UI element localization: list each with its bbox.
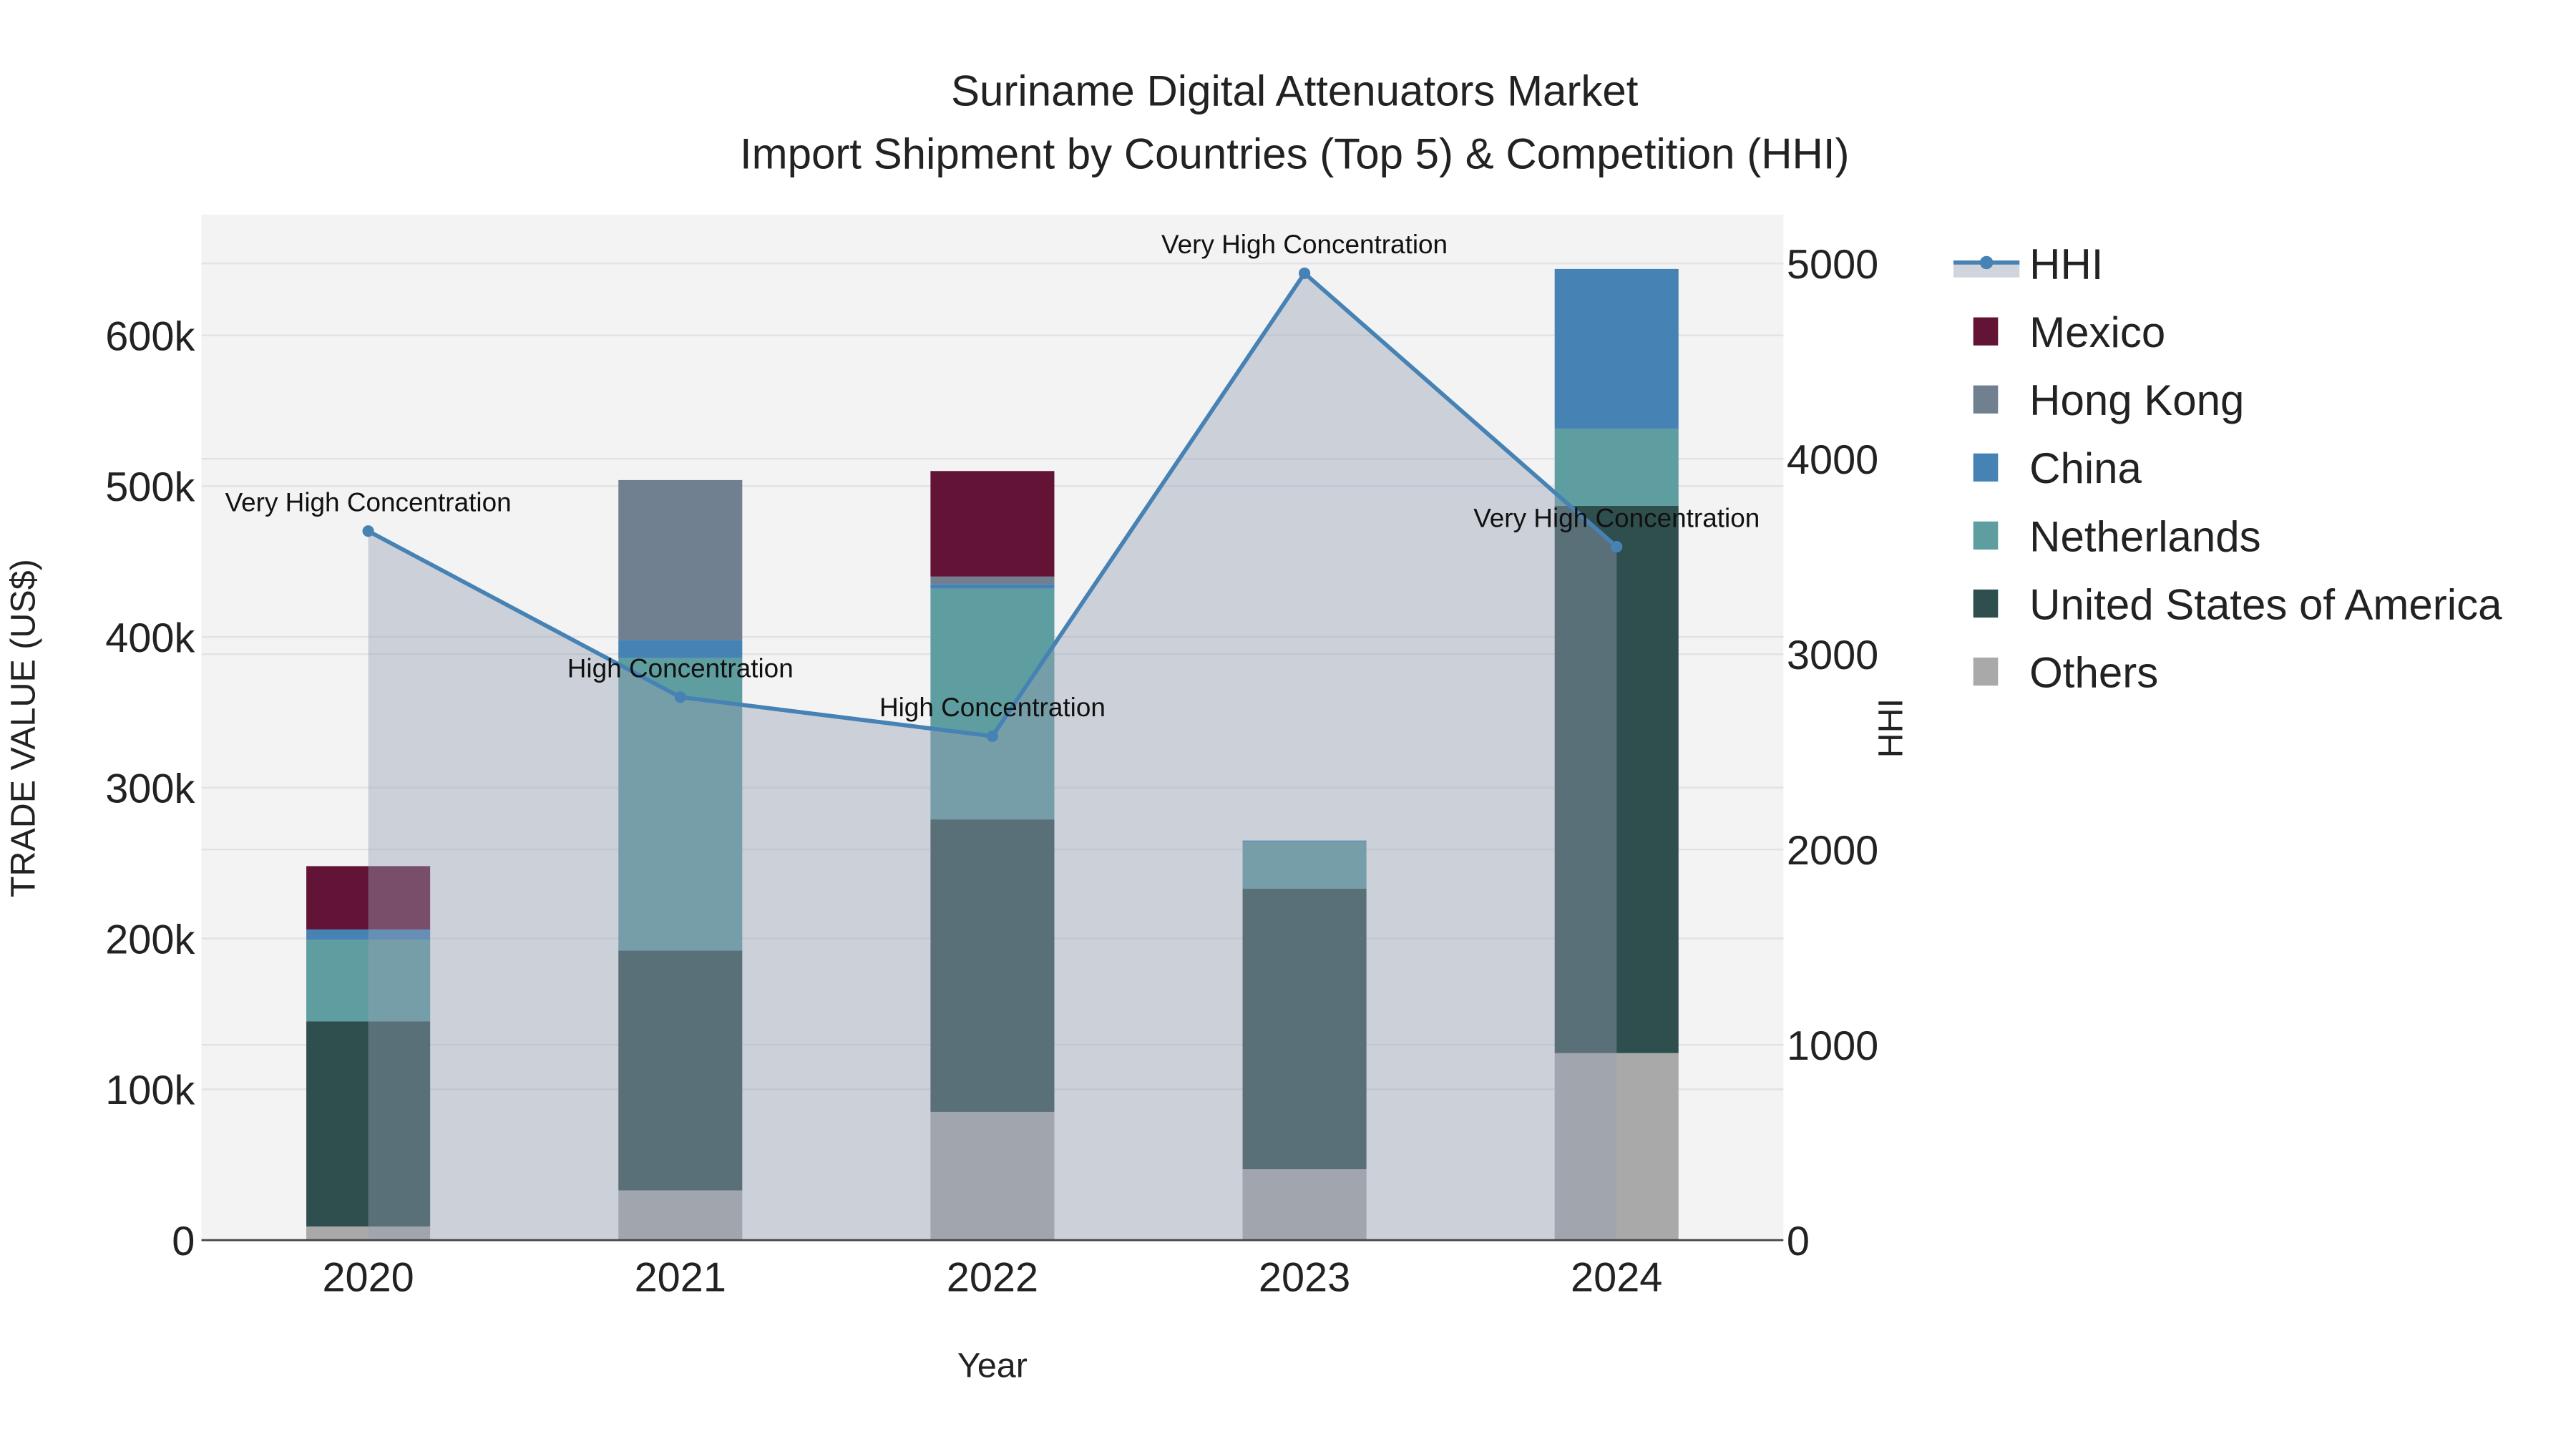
bar-mexico-2022 <box>930 471 1055 577</box>
legend-swatch <box>1973 589 1999 618</box>
y-axis-ticks: 0 100k 200k 300k 400k 500k 600k <box>105 313 195 1264</box>
legend-item-united-states-of-america: United States of America <box>1973 580 2502 628</box>
y2-axis-ticks: 0 1000 2000 3000 4000 5000 <box>1787 242 1878 1264</box>
hhi-annotation-2024: Very High Concentration <box>1473 503 1760 532</box>
hhi-point-2022 <box>986 730 998 742</box>
hhi-annotation-2020: Very High Concentration <box>225 488 512 517</box>
chart-title-line1: Suriname Digital Attenuators Market <box>951 67 1639 115</box>
bar-china-2022 <box>930 584 1055 589</box>
x-tick-label: 2022 <box>947 1255 1038 1301</box>
legend-label: HHI <box>2029 240 2103 288</box>
chart-title-line2: Import Shipment by Countries (Top 5) & C… <box>740 130 1850 177</box>
hhi-point-2023 <box>1299 267 1311 279</box>
legend-hhi-marker <box>1979 255 1994 270</box>
bar-hong-kong-2022 <box>930 576 1055 585</box>
legend-item-mexico: Mexico <box>1973 308 2165 356</box>
x-axis-label: Year <box>957 1347 1028 1385</box>
y2-tick-label: 4000 <box>1787 437 1878 483</box>
hhi-point-2021 <box>674 691 686 703</box>
legend-item-others: Others <box>1973 648 2158 696</box>
y2-axis-label: HHI <box>1871 698 1910 758</box>
hhi-annotation-2021: High Concentration <box>567 654 794 683</box>
hhi-annotation-2022: High Concentration <box>879 693 1106 722</box>
legend-swatch <box>1973 385 1999 414</box>
x-tick-label: 2021 <box>635 1255 726 1301</box>
y2-tick-label: 0 <box>1787 1219 1810 1264</box>
y-tick-label: 600k <box>105 313 195 359</box>
y-tick-label: 200k <box>105 917 195 962</box>
legend-label: China <box>2029 444 2142 492</box>
legend-swatch <box>1973 453 1999 482</box>
y-axis-label: TRADE VALUE (US$) <box>4 559 42 897</box>
chart: Suriname Digital Attenuators Market Impo… <box>4 67 2502 1385</box>
bar-china-2024 <box>1554 268 1679 429</box>
bar-netherlands-2024 <box>1554 429 1679 506</box>
x-tick-label: 2023 <box>1259 1255 1350 1301</box>
legend-swatch <box>1973 317 1999 346</box>
x-axis-ticks: 2020 2021 2022 2023 2024 <box>322 1255 1662 1301</box>
hhi-point-2024 <box>1611 540 1623 553</box>
legend-label: United States of America <box>2029 580 2502 628</box>
bar-hong-kong-2021 <box>618 479 743 640</box>
legend: HHI Mexico Hong Kong China Netherlands United… <box>1953 240 2502 696</box>
legend-item-china: China <box>1973 444 2142 492</box>
legend-label: Netherlands <box>2029 512 2261 560</box>
legend-label: Others <box>2029 648 2158 696</box>
legend-item-hhi: HHI <box>1953 240 2103 288</box>
hhi-annotation-2023: Very High Concentration <box>1161 230 1448 259</box>
x-tick-label: 2024 <box>1571 1255 1662 1301</box>
legend-label: Hong Kong <box>2029 376 2244 424</box>
y2-tick-label: 1000 <box>1787 1023 1878 1069</box>
y-tick-label: 300k <box>105 766 195 812</box>
y-tick-label: 100k <box>105 1068 195 1113</box>
x-tick-label: 2020 <box>322 1255 414 1301</box>
legend-swatch <box>1973 521 1999 550</box>
y-tick-label: 0 <box>172 1219 195 1264</box>
y2-tick-label: 2000 <box>1787 828 1878 874</box>
legend-swatch <box>1973 657 1999 686</box>
hhi-point-2020 <box>362 525 374 537</box>
y2-tick-label: 5000 <box>1787 242 1878 288</box>
y-tick-label: 500k <box>105 464 195 510</box>
legend-item-netherlands: Netherlands <box>1973 512 2261 560</box>
y-tick-label: 400k <box>105 615 195 661</box>
legend-label: Mexico <box>2029 308 2165 356</box>
legend-item-hong-kong: Hong Kong <box>1973 376 2244 424</box>
y2-tick-label: 3000 <box>1787 633 1878 678</box>
